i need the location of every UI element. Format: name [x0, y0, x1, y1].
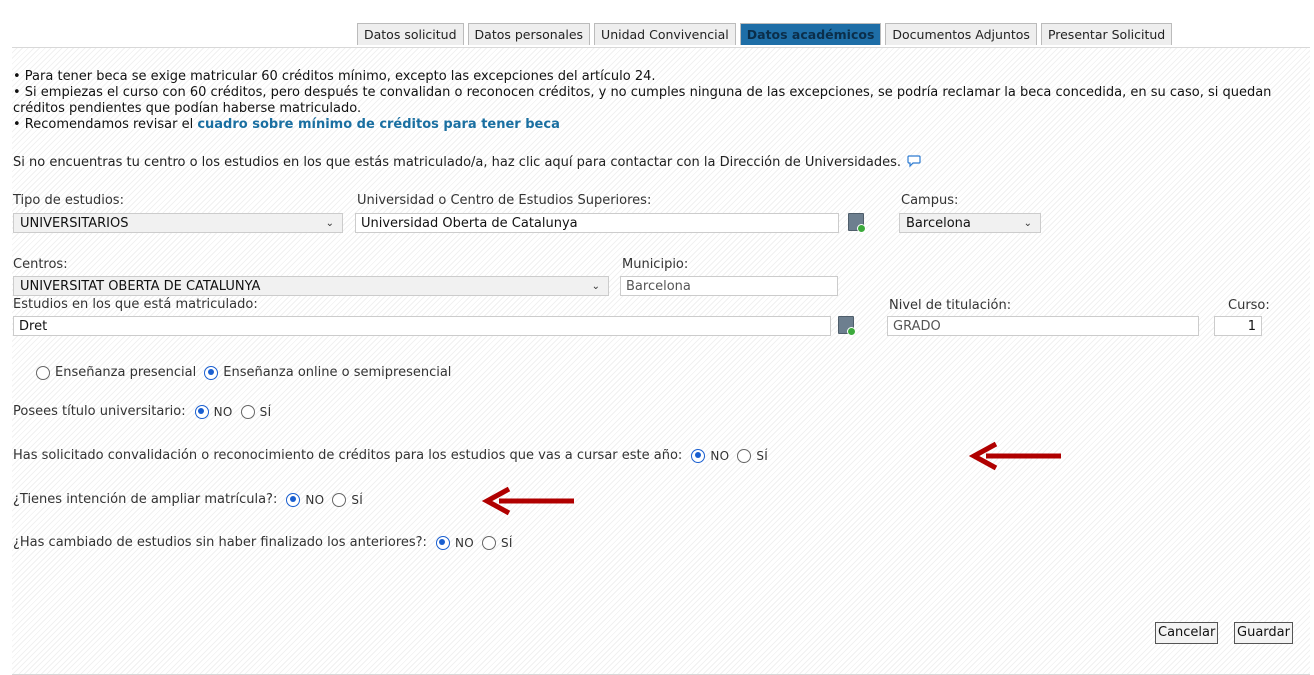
campus-select[interactable]: Barcelona ⌄	[899, 213, 1041, 233]
campus-value: Barcelona	[906, 216, 971, 231]
campus-label: Campus:	[901, 193, 959, 208]
centros-label: Centros:	[13, 257, 68, 272]
tab-documentos-adjuntos[interactable]: Documentos Adjuntos	[885, 23, 1037, 45]
form-panel	[12, 47, 1310, 675]
convalidacion-no-label: NO	[710, 448, 730, 463]
annotation-arrow-icon	[968, 441, 1061, 471]
info-line-3: • Recomendamos revisar el cuadro sobre m…	[13, 117, 1303, 133]
question-ampliar-text: ¿Tienes intención de ampliar matrícula?:	[13, 492, 278, 507]
save-button[interactable]: Guardar	[1234, 622, 1293, 644]
question-convalidacion: Has solicitado convalidación o reconocim…	[13, 448, 768, 463]
estudios-label: Estudios en los que está matriculado:	[13, 297, 258, 312]
contact-text[interactable]: Si no encuentras tu centro o los estudio…	[13, 155, 901, 170]
info-line-1: • Para tener beca se exige matricular 60…	[13, 69, 656, 84]
ampliar-no-radio[interactable]	[286, 492, 301, 507]
tab-unidad-convivencial[interactable]: Unidad Convivencial	[594, 23, 736, 45]
convalidacion-no-radio[interactable]	[691, 448, 706, 463]
info-line-2: • Si empiezas el curso con 60 créditos, …	[13, 85, 1272, 116]
credits-table-link[interactable]: cuadro sobre mínimo de créditos para ten…	[197, 117, 560, 132]
question-cambio-text: ¿Has cambiado de estudios sin haber fina…	[13, 535, 427, 550]
question-cambio-estudios: ¿Has cambiado de estudios sin haber fina…	[13, 535, 513, 550]
titulo-si-label: SÍ	[259, 404, 272, 419]
cambio-si-label: SÍ	[500, 535, 513, 550]
curso-input[interactable]: 1	[1214, 316, 1262, 336]
cambio-si-radio[interactable]	[481, 535, 496, 550]
annotation-arrow-icon	[481, 486, 574, 516]
titulo-no-radio[interactable]	[194, 404, 209, 419]
tab-presentar-solicitud[interactable]: Presentar Solicitud	[1040, 23, 1173, 45]
chevron-down-icon: ⌄	[591, 281, 600, 292]
titulo-no-label: NO	[213, 404, 233, 419]
chevron-down-icon: ⌄	[325, 218, 334, 229]
estudios-search-icon[interactable]	[838, 316, 856, 336]
convalidacion-si-label: SÍ	[756, 448, 769, 463]
tipo-estudios-select[interactable]: UNIVERSITARIOS ⌄	[13, 213, 343, 233]
presencial-label: Enseñanza presencial	[55, 365, 197, 380]
ampliar-no-label: NO	[305, 492, 325, 507]
estudios-input[interactable]: Dret	[13, 316, 831, 336]
cancel-button[interactable]: Cancelar	[1155, 622, 1219, 644]
centros-select[interactable]: UNIVERSITAT OBERTA DE CATALUNYA ⌄	[13, 276, 609, 296]
convalidacion-si-radio[interactable]	[737, 448, 752, 463]
curso-label: Curso:	[1228, 298, 1270, 313]
online-radio[interactable]	[204, 365, 219, 380]
titulo-si-radio[interactable]	[240, 404, 255, 419]
chevron-down-icon: ⌄	[1023, 218, 1032, 229]
tipo-estudios-value: UNIVERSITARIOS	[20, 216, 129, 231]
question-ampliar: ¿Tienes intención de ampliar matrícula?:…	[13, 492, 363, 507]
nivel-label: Nivel de titulación:	[889, 298, 1012, 313]
municipio-label: Municipio:	[622, 257, 689, 272]
chat-bubble-icon[interactable]	[907, 155, 921, 172]
universidad-label: Universidad o Centro de Estudios Superio…	[357, 193, 652, 208]
online-label: Enseñanza online o semipresencial	[223, 365, 452, 380]
info-line-3-prefix: • Recomendamos revisar el	[13, 117, 198, 132]
question-titulo: Posees título universitario: NO SÍ	[13, 404, 271, 419]
question-convalidacion-text: Has solicitado convalidación o reconocim…	[13, 448, 683, 463]
ampliar-si-radio[interactable]	[332, 492, 347, 507]
question-titulo-text: Posees título universitario:	[13, 404, 186, 419]
cambio-no-label: NO	[454, 535, 474, 550]
modalidad-row: Enseñanza presencial Enseñanza online o …	[36, 365, 451, 380]
universidad-input[interactable]: Universidad Oberta de Catalunya	[355, 213, 839, 233]
tab-datos-solicitud[interactable]: Datos solicitud	[357, 23, 464, 45]
contact-line[interactable]: Si no encuentras tu centro o los estudio…	[13, 155, 921, 172]
presencial-radio[interactable]	[36, 365, 50, 380]
tab-datos-personales[interactable]: Datos personales	[467, 23, 591, 45]
cambio-no-radio[interactable]	[435, 535, 450, 550]
tab-bar: Datos solicitud Datos personales Unidad …	[357, 23, 1176, 45]
universidad-search-icon[interactable]	[848, 213, 866, 233]
municipio-field: Barcelona	[620, 276, 838, 296]
ampliar-si-label: SÍ	[351, 492, 364, 507]
nivel-field: GRADO	[887, 316, 1199, 336]
centros-value: UNIVERSITAT OBERTA DE CATALUNYA	[20, 279, 261, 294]
info-block: • Para tener beca se exige matricular 60…	[13, 69, 1303, 133]
tab-datos-academicos[interactable]: Datos académicos	[739, 23, 882, 45]
tipo-estudios-label: Tipo de estudios:	[13, 193, 124, 208]
